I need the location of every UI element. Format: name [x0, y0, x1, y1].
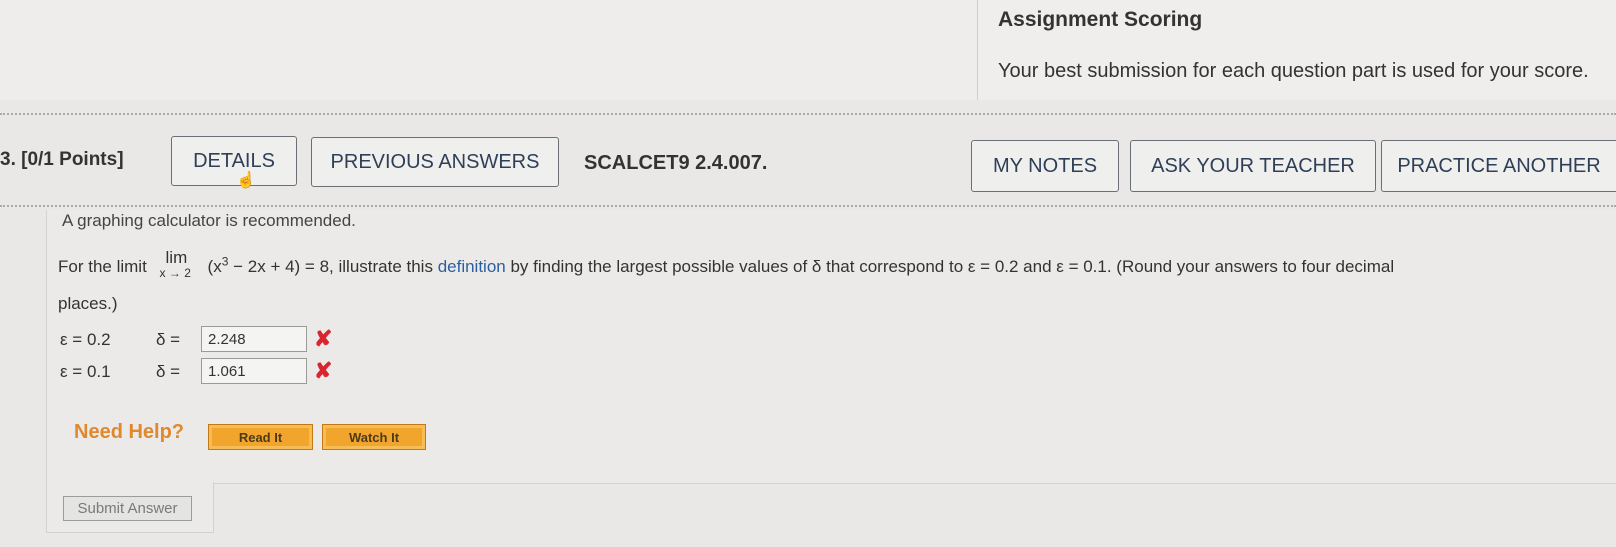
- my-notes-button[interactable]: MY NOTES: [971, 140, 1119, 192]
- delta-label: δ =: [156, 330, 181, 349]
- close-icon: ✘: [314, 326, 333, 351]
- ask-your-teacher-button-label: ASK YOUR TEACHER: [1151, 154, 1355, 177]
- details-button-label: DETAILS: [193, 149, 275, 172]
- practice-another-button[interactable]: PRACTICE ANOTHER: [1381, 140, 1616, 192]
- previous-answers-button-label: PREVIOUS ANSWERS: [330, 150, 540, 173]
- submit-answer-button[interactable]: Submit Answer: [63, 496, 192, 521]
- watch-it-button[interactable]: Watch It: [322, 424, 426, 450]
- limit-expression-a: (x: [207, 257, 222, 276]
- ask-your-teacher-button[interactable]: ASK YOUR TEACHER: [1130, 140, 1376, 192]
- question-points: 3. [0/1 Points]: [0, 149, 124, 170]
- epsilon-label: ε = 0.2: [60, 330, 111, 349]
- submit-answer-label: Submit Answer: [77, 500, 178, 517]
- assignment-scoring-panel: Assignment Scoring Your best submission …: [977, 0, 1616, 100]
- practice-another-button-label: PRACTICE ANOTHER: [1397, 154, 1601, 177]
- limit-notation: lim x → 2: [160, 248, 208, 280]
- hand-cursor-icon: ☝: [236, 172, 256, 189]
- divider-bottom: [0, 205, 1616, 207]
- definition-link[interactable]: definition: [438, 257, 506, 276]
- limit-word: lim: [165, 248, 188, 267]
- problem-suffix: by finding the largest possible values o…: [505, 257, 1395, 276]
- limit-expression-b: − 2x + 4) = 8, illustrate this: [228, 257, 438, 276]
- read-it-button[interactable]: Read It: [208, 424, 313, 450]
- my-notes-button-label: MY NOTES: [992, 154, 1098, 177]
- limit-subscript: x → 2: [159, 266, 191, 280]
- question-code: SCALCET9 2.4.007.: [584, 152, 768, 174]
- delta-input[interactable]: 2.248: [201, 326, 307, 352]
- delta-input[interactable]: 1.061: [201, 358, 307, 384]
- previous-answers-button[interactable]: PREVIOUS ANSWERS: [311, 137, 559, 187]
- watch-it-label: Watch It: [348, 429, 400, 445]
- read-it-label: Read It: [238, 429, 283, 445]
- epsilon-label: ε = 0.1: [60, 362, 111, 381]
- problem-prefix: For the limit: [58, 257, 147, 276]
- scoring-description: Your best submission for each question p…: [998, 60, 1589, 82]
- scoring-title: Assignment Scoring: [998, 8, 1203, 31]
- details-button[interactable]: DETAILS: [171, 136, 297, 186]
- calculator-note: A graphing calculator is recommended.: [62, 211, 356, 230]
- problem-statement: For the limit lim x → 2 (x3 − 2x + 4) = …: [58, 248, 1395, 280]
- problem-statement-line2: places.): [58, 294, 118, 313]
- close-icon: ✘: [314, 358, 333, 383]
- delta-label: δ =: [156, 362, 181, 381]
- divider-top: [0, 113, 1616, 115]
- need-help-label: Need Help?: [74, 421, 185, 443]
